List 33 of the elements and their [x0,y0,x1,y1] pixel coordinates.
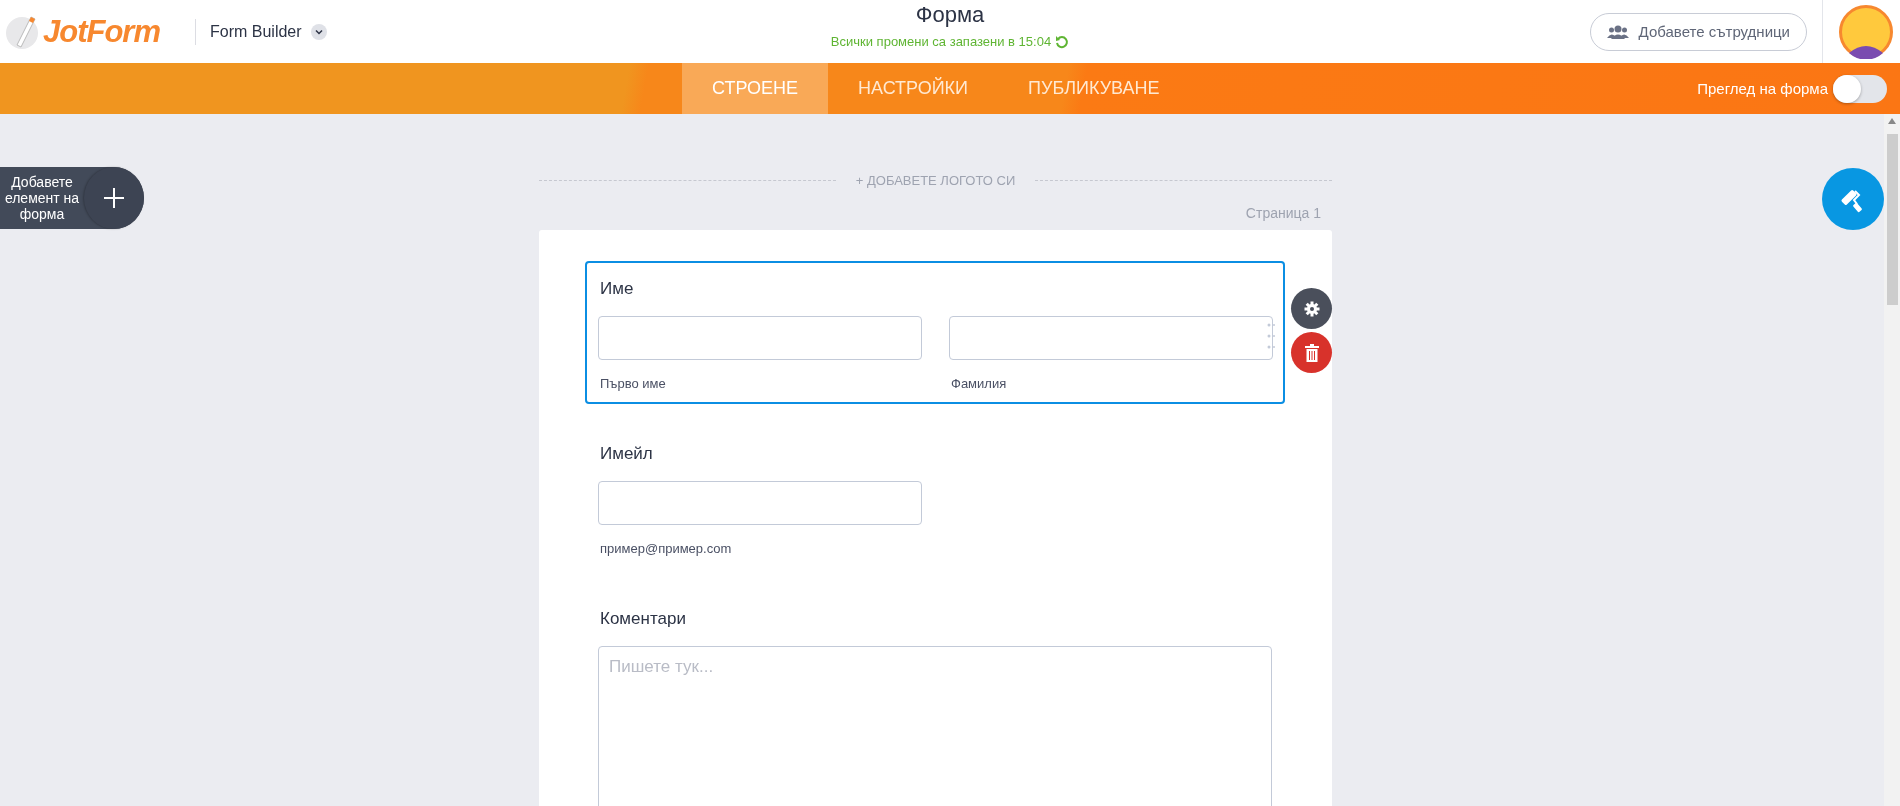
trash-icon [1304,343,1319,362]
form-field[interactable]: Имейл пример@пример.com [585,426,1285,569]
save-status: Всички промени са запазени в 15:04 [830,34,1052,49]
field-sublabel: пример@пример.com [600,541,733,556]
field-label: Коментари [600,609,687,629]
form-builder-menu[interactable]: Form Builder [210,22,327,41]
settings-button[interactable] [1291,288,1332,329]
field-label: Име [600,279,635,299]
input-field[interactable] [598,481,922,525]
preview-label: Преглед на форма [1697,80,1828,97]
textarea-field[interactable]: Пишете тук... [598,646,1272,806]
logo-text: JotForm [43,13,160,50]
field-sublabel: Фамилия [951,376,1008,391]
plus-icon [104,188,124,208]
revert-icon [1055,34,1070,49]
scrollbar-thumb[interactable] [1887,134,1898,305]
page-label: Страница 1 [1245,205,1321,221]
field-label: Имейл [600,444,654,464]
caret-icon [310,23,327,40]
users-icon [1606,24,1629,39]
delete-button[interactable] [1291,332,1332,373]
form-field[interactable]: Коментари Пишете тук... [585,591,1285,806]
form-title: Форма [915,2,985,28]
input-field[interactable] [949,316,1273,360]
avatar-icon[interactable] [1839,4,1893,59]
settings-icon [1303,300,1320,317]
input-field[interactable] [598,316,922,360]
preview-toggle[interactable] [1833,74,1887,103]
add-form-element-button[interactable]: Добавете елемент на форма [0,167,144,229]
field-sublabel: Първо име [600,376,667,391]
add-collaborators-button[interactable]: Добавете сътрудници [1589,12,1807,51]
scroll-up-icon[interactable] [1888,118,1896,124]
selected-field-frame[interactable]: Име Първо име Фамилия [585,261,1285,404]
